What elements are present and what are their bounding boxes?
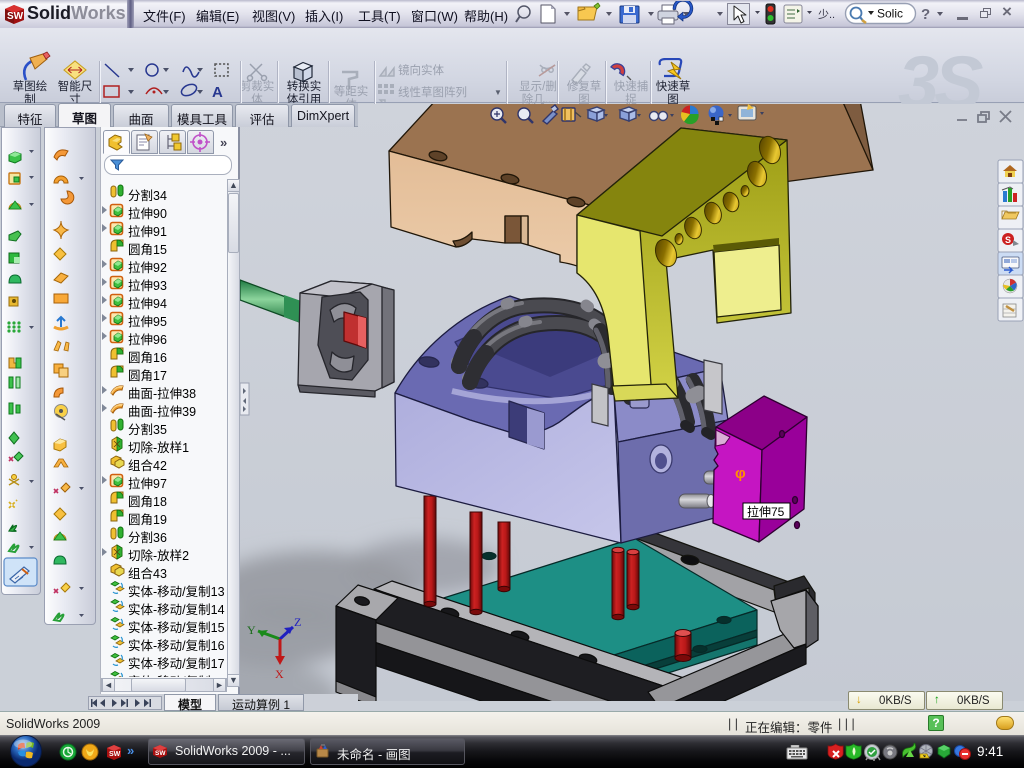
svg-text:SW: SW — [155, 750, 166, 757]
svg-text:X: X — [275, 667, 284, 681]
svg-text:φ: φ — [735, 465, 746, 482]
svg-text:Solic: Solic — [877, 7, 903, 21]
svg-text:SW: SW — [109, 751, 121, 758]
svg-text:Z: Z — [294, 615, 301, 629]
svg-text:S: S — [1005, 235, 1011, 245]
svg-text:拉伸75: 拉伸75 — [747, 504, 785, 519]
svg-text:少..: 少.. — [818, 8, 835, 21]
svg-text:Y: Y — [247, 623, 256, 637]
svg-text:SW: SW — [7, 11, 24, 22]
svg-text:A: A — [212, 84, 223, 101]
svg-text:»: » — [127, 743, 134, 758]
svg-text:?: ? — [921, 6, 930, 23]
